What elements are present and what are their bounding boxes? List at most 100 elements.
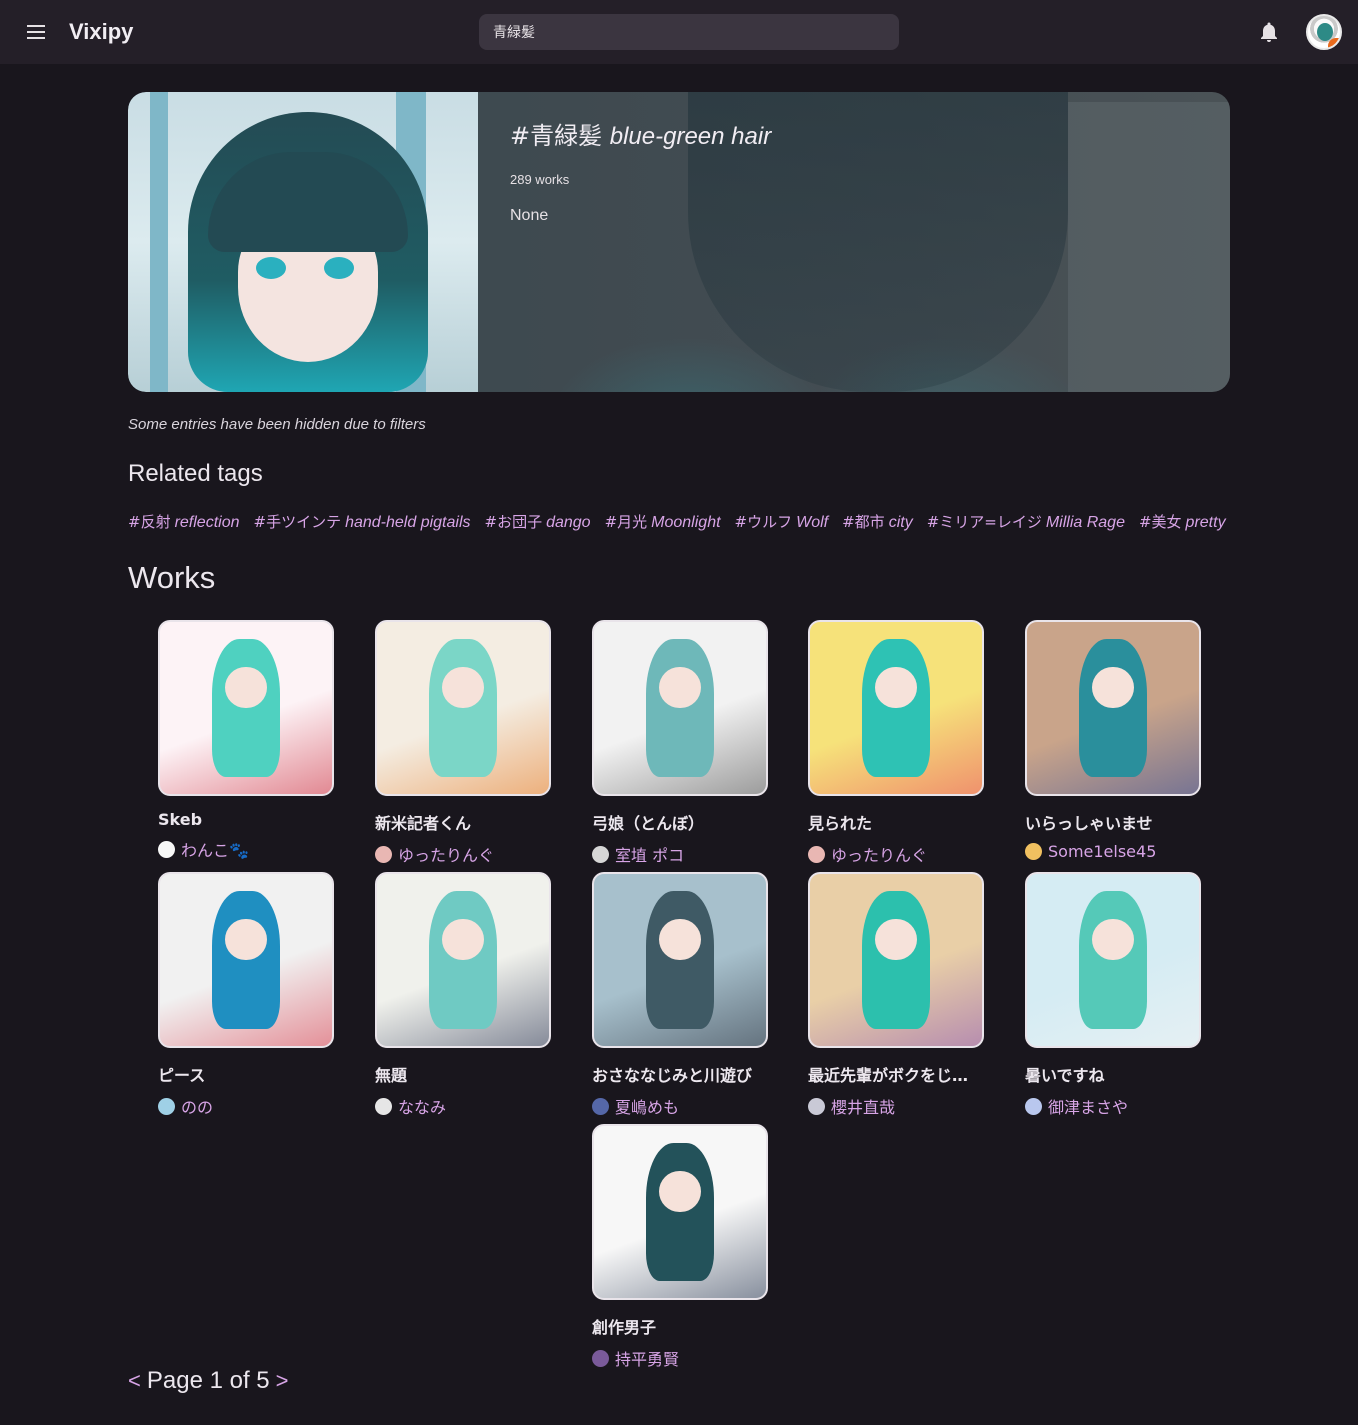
related-tag[interactable]: #ミリア=レイジ Millia Rage (927, 511, 1125, 532)
author-avatar (158, 1097, 175, 1115)
author-avatar (375, 845, 392, 863)
work-card: 新米記者くん ゆったりんぐ (375, 620, 551, 866)
related-tag[interactable]: #反射 reflection (128, 511, 240, 532)
author-name: 室埴 ポコ (615, 846, 685, 865)
work-title[interactable]: 弓娘（とんぼ） (592, 810, 768, 834)
work-card: ピースのの (158, 872, 334, 1118)
author-avatar (375, 1097, 392, 1115)
author-avatar (592, 1097, 609, 1115)
related-tag[interactable]: #ウルフ Wolf (735, 511, 829, 532)
work-author[interactable]: Some1else45 (1025, 842, 1201, 861)
author-name: ゆったりんぐ (831, 846, 928, 865)
prev-page-button[interactable]: < (128, 1368, 141, 1394)
work-thumbnail[interactable] (808, 620, 984, 796)
work-thumbnail[interactable] (1025, 872, 1201, 1048)
related-tag-jp: #お団子 (484, 513, 543, 531)
author-name: 夏嶋めも (615, 1098, 680, 1117)
related-tag[interactable]: #美女pretty woman (1139, 511, 1230, 532)
author-name: 御津まさや (1048, 1098, 1129, 1117)
author-avatar (1025, 1097, 1042, 1115)
work-card: 最近先輩がボクをじっと見てくる櫻井直哉 (808, 872, 984, 1118)
work-title[interactable]: 暑いですね (1025, 1062, 1201, 1086)
related-tag[interactable]: #都市 city (842, 511, 913, 532)
tag-hero: #青緑髪 blue-green hair 289 works None (128, 92, 1230, 392)
related-tag-en: pretty woman (1185, 514, 1230, 531)
related-tag-jp: #都市 (842, 513, 885, 531)
work-author[interactable]: 御津まさや (1025, 1094, 1201, 1118)
work-thumbnail[interactable] (592, 1124, 768, 1300)
work-title[interactable]: いらっしゃいませ (1025, 810, 1201, 834)
work-thumbnail[interactable] (158, 620, 334, 796)
work-author[interactable]: 櫻井直哉 (808, 1094, 984, 1118)
author-name: わんこ🐾 (181, 841, 249, 860)
related-tag-jp: #月光 (604, 513, 648, 531)
author-avatar (158, 840, 175, 858)
work-thumbnail[interactable] (375, 620, 551, 796)
work-author[interactable]: 持平勇賢 (592, 1346, 768, 1370)
tag-title-en: blue-green hair (609, 123, 772, 150)
work-card: 創作男子持平勇賢 (592, 1124, 768, 1370)
author-avatar (808, 1097, 825, 1115)
hero-background-panel (1068, 102, 1230, 392)
work-title[interactable]: 新米記者くん (375, 810, 551, 834)
work-card: 無題ななみ (375, 872, 551, 1118)
work-card: 弓娘（とんぼ） 室埴 ポコ (592, 620, 768, 866)
related-tag-en: dango (546, 514, 591, 531)
work-title[interactable]: 見られた (808, 810, 984, 834)
top-app-bar: Vixipy (0, 0, 1358, 64)
work-author[interactable]: のの (158, 1094, 334, 1118)
work-title[interactable]: 無題 (375, 1062, 551, 1086)
related-tag-en: Millia Rage (1045, 514, 1125, 531)
related-tag-en: reflection (174, 514, 240, 531)
work-card: いらっしゃいませ Some1else45 (1025, 620, 1201, 861)
bell-icon[interactable] (1257, 20, 1281, 44)
menu-icon[interactable] (22, 18, 50, 46)
work-thumbnail[interactable] (592, 872, 768, 1048)
author-name: 櫻井直哉 (831, 1098, 896, 1117)
work-title[interactable]: ピース (158, 1062, 334, 1086)
related-tag[interactable]: #お団子 dango (485, 511, 591, 532)
author-name: のの (181, 1098, 214, 1117)
hero-image (128, 92, 478, 392)
work-author[interactable]: ゆったりんぐ (375, 842, 551, 866)
work-author[interactable]: わんこ🐾 (158, 837, 334, 861)
work-author[interactable]: 室埴 ポコ (592, 842, 768, 866)
works-heading: Works (128, 560, 216, 595)
work-author[interactable]: 夏嶋めも (592, 1094, 768, 1118)
tag-title: #青緑髪 blue-green hair (510, 116, 771, 151)
related-tags-list: #反射 reflection #手ツインテ hand-held pigtails #お団… (128, 511, 1230, 537)
app-brand[interactable]: Vixipy (69, 19, 133, 45)
next-page-button[interactable]: > (276, 1368, 289, 1394)
related-tag-en: city (888, 514, 913, 531)
user-avatar[interactable] (1306, 14, 1342, 50)
tag-description: None (510, 207, 549, 224)
work-thumbnail[interactable] (375, 872, 551, 1048)
work-author[interactable]: ななみ (375, 1094, 551, 1118)
work-thumbnail[interactable] (1025, 620, 1201, 796)
work-thumbnail[interactable] (592, 620, 768, 796)
author-avatar (808, 845, 825, 863)
related-tag[interactable]: #手ツインテ hand-held pigtails (254, 511, 471, 532)
work-thumbnail[interactable] (808, 872, 984, 1048)
work-card: おさななじみと川遊び夏嶋めも (592, 872, 768, 1118)
work-title[interactable]: Skeb (158, 810, 334, 829)
works-count: 289 works (510, 172, 570, 187)
work-author[interactable]: ゆったりんぐ (808, 842, 984, 866)
work-title[interactable]: 最近先輩がボクをじっと見てくる (808, 1062, 984, 1086)
related-tag[interactable]: #月光 Moonlight (605, 511, 721, 532)
author-name: ななみ (398, 1098, 447, 1117)
work-title[interactable]: おさななじみと川遊び (592, 1062, 768, 1086)
work-card: 暑いですね御津まさや (1025, 872, 1201, 1118)
related-tag-jp: #手ツインテ (253, 513, 342, 531)
author-avatar (1025, 843, 1042, 860)
work-thumbnail[interactable] (158, 872, 334, 1048)
filter-notice: Some entries have been hidden due to fil… (128, 416, 426, 433)
search-input[interactable] (479, 14, 899, 50)
related-tag-jp: #美女 (1138, 513, 1182, 531)
related-tag-en: Moonlight (651, 514, 721, 531)
author-name: 持平勇賢 (615, 1350, 680, 1369)
author-name: Some1else45 (1048, 842, 1157, 861)
related-tag-jp: #ミリア=レイジ (926, 513, 1042, 531)
related-tag-jp: #反射 (128, 513, 171, 531)
work-title[interactable]: 創作男子 (592, 1314, 768, 1338)
